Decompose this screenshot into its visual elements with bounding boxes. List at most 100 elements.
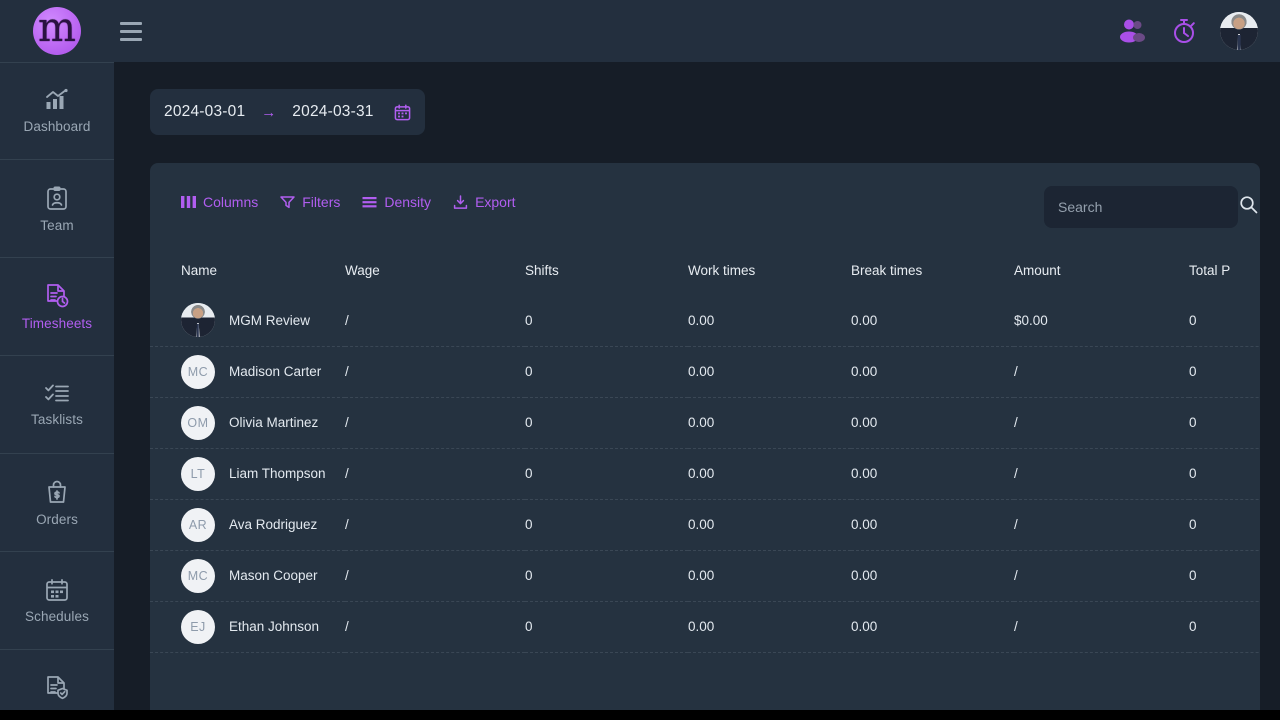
cell-total-pay: 0 <box>1189 415 1197 430</box>
column-header-break-times[interactable]: Break times <box>851 245 1014 295</box>
table-header-row: Name Wage Shifts Work times Break times … <box>150 245 1260 295</box>
avatar-initials: MC <box>181 558 215 593</box>
table-row[interactable]: MC Mason Cooper / 0 0.00 0.00 / 0 <box>150 550 1260 601</box>
cell-shifts: 0 <box>525 568 533 583</box>
cell-amount: $0.00 <box>1014 312 1048 328</box>
density-button[interactable]: Density <box>362 194 431 210</box>
filter-icon <box>280 195 295 209</box>
row-name-label: Ethan Johnson <box>229 619 320 634</box>
column-header-work-times[interactable]: Work times <box>688 245 851 295</box>
density-icon <box>362 195 377 209</box>
timesheets-table-scroll[interactable]: Name Wage Shifts Work times Break times … <box>150 245 1260 720</box>
cell-name: LT Liam Thompson <box>150 448 345 499</box>
table-header: Name Wage Shifts Work times Break times … <box>150 245 1260 295</box>
date-range-picker[interactable]: 2024-03-01 → 2024-03-31 <box>150 89 425 135</box>
sidebar-item-label: Tasklists <box>31 411 83 427</box>
profile-avatar[interactable] <box>1220 12 1258 50</box>
sidebar-item-team[interactable]: Team <box>0 160 114 258</box>
cell-break-times: 0.00 <box>851 568 878 583</box>
table-row[interactable]: LT Liam Thompson / 0 0.00 0.00 / 0 <box>150 448 1260 499</box>
column-header-total-pay[interactable]: Total P <box>1189 245 1260 295</box>
row-name-label: Olivia Martinez <box>229 415 319 430</box>
avatar-photo-image <box>181 303 215 338</box>
sidebar-nav: Dashboard Team Timesheets Tasklists Orde… <box>0 62 114 720</box>
column-header-amount[interactable]: Amount <box>1014 245 1189 295</box>
stopwatch-icon[interactable] <box>1168 15 1200 47</box>
bag-dollar-icon <box>45 479 69 505</box>
sidebar-item-label: Orders <box>36 511 78 527</box>
sidebar-item-schedules[interactable]: Schedules <box>0 552 114 650</box>
sidebar-item-orders[interactable]: Orders <box>0 454 114 552</box>
cell-wage: / <box>345 466 349 481</box>
avatar-photo <box>1220 12 1258 50</box>
avatar-photo <box>181 303 215 338</box>
cell-shifts: 0 <box>525 517 533 532</box>
sidebar-item-dashboard[interactable]: Dashboard <box>0 62 114 160</box>
column-header-shifts[interactable]: Shifts <box>525 245 688 295</box>
table-row[interactable]: EJ Ethan Johnson / 0 0.00 0.00 / 0 <box>150 601 1260 652</box>
cell-name: MGM Review <box>150 295 345 346</box>
cell-amount: / <box>1014 466 1018 481</box>
avatar-initials: EJ <box>181 609 215 644</box>
document-clock-icon <box>44 283 70 309</box>
app-logo[interactable] <box>0 7 114 55</box>
table-row[interactable]: AR Ava Rodriguez / 0 0.00 0.00 / 0 <box>150 499 1260 550</box>
document-shield-icon <box>44 675 70 701</box>
search-icon[interactable] <box>1239 195 1258 219</box>
cell-break-times: 0.00 <box>851 312 878 328</box>
cell-work-times: 0.00 <box>688 466 715 481</box>
cell-wage: / <box>345 415 349 430</box>
table-body: MGM Review / 0 0.00 0.00 $0.00 0 MC Madison Cart… <box>150 295 1260 652</box>
cell-break-times: 0.00 <box>851 517 878 532</box>
column-header-name[interactable]: Name <box>150 245 345 295</box>
filters-button[interactable]: Filters <box>280 194 340 210</box>
app-root: Dashboard Team <box>0 0 1280 720</box>
avatar-initials: MC <box>181 354 215 389</box>
cell-break-times: 0.00 <box>851 364 878 379</box>
cell-break-times: 0.00 <box>851 619 878 634</box>
hamburger-menu-icon[interactable] <box>120 15 152 47</box>
cell-wage: / <box>345 364 349 379</box>
date-range-arrow-icon: → <box>261 103 277 121</box>
cell-total-pay: 0 <box>1189 517 1197 532</box>
cell-total-pay: 0 <box>1189 364 1197 379</box>
chart-bars-icon <box>44 88 70 112</box>
search-input[interactable] <box>1058 199 1239 215</box>
cell-wage: / <box>345 619 349 634</box>
date-range-end[interactable]: 2024-03-31 <box>292 103 373 121</box>
hamburger-line <box>120 29 142 33</box>
cell-total-pay: 0 <box>1189 312 1197 328</box>
sidebar-item-timesheets[interactable]: Timesheets <box>0 258 114 356</box>
date-range-start[interactable]: 2024-03-01 <box>164 103 245 121</box>
cell-name: OM Olivia Martinez <box>150 397 345 448</box>
export-button[interactable]: Export <box>453 194 516 210</box>
hamburger-line <box>120 21 142 25</box>
toolbar-actions: Columns Filters Density Export <box>181 194 516 210</box>
cell-shifts: 0 <box>525 415 533 430</box>
screen-bottom-bar <box>0 710 1280 720</box>
cell-work-times: 0.00 <box>688 364 715 379</box>
search-box[interactable] <box>1044 186 1258 228</box>
table-row[interactable]: MC Madison Carter / 0 0.00 0.00 / 0 <box>150 346 1260 397</box>
cell-amount: / <box>1014 415 1018 430</box>
cell-total-pay: 0 <box>1189 619 1197 634</box>
users-icon[interactable] <box>1116 15 1148 47</box>
cell-shifts: 0 <box>525 466 533 481</box>
calendar-icon <box>44 578 70 602</box>
column-header-wage[interactable]: Wage <box>345 245 525 295</box>
row-name-label: MGM Review <box>229 312 311 328</box>
clipboard-user-icon <box>45 185 69 211</box>
header-actions <box>1116 12 1280 50</box>
timesheets-card: Columns Filters Density Export Search Na… <box>150 163 1260 720</box>
hamburger-line <box>120 37 142 41</box>
cell-work-times: 0.00 <box>688 517 715 532</box>
logo-mark-icon <box>33 7 81 55</box>
cell-shifts: 0 <box>525 364 533 379</box>
table-row[interactable]: MGM Review / 0 0.00 0.00 $0.00 0 <box>150 295 1260 346</box>
sidebar-item-label: Dashboard <box>23 119 91 134</box>
calendar-icon[interactable] <box>394 103 411 121</box>
table-row[interactable]: OM Olivia Martinez / 0 0.00 0.00 / 0 <box>150 397 1260 448</box>
sidebar-item-tasklists[interactable]: Tasklists <box>0 356 114 454</box>
row-name-label: Liam Thompson <box>229 466 326 481</box>
columns-button[interactable]: Columns <box>181 194 258 210</box>
